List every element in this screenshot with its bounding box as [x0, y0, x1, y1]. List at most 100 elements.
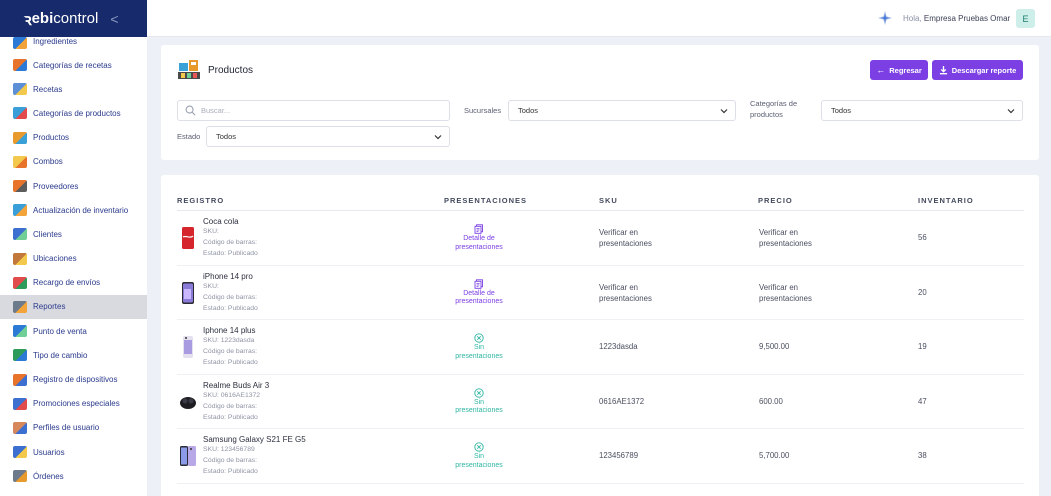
page-title: Productos [208, 65, 254, 76]
sidebar-item-label: Recargo de envíos [33, 278, 101, 288]
users-icon [13, 446, 27, 459]
filters-card: Productos ← Regresar Descargar reporte S… [161, 45, 1039, 160]
sidebar-item-16[interactable]: Perfiles de usuario [0, 416, 147, 440]
product-sku: SKU: [203, 228, 219, 235]
col-registro: REGISTRO [177, 196, 225, 205]
sidebar-item-1[interactable]: Categorías de recetas [0, 53, 147, 77]
sidebar-item-label: Tipo de cambio [33, 350, 88, 360]
sidebar-item-label: Categorías de recetas [33, 60, 112, 70]
product-sku: SKU: 1223dasda [203, 337, 255, 344]
product-categories-icon [13, 107, 27, 120]
sidebar-item-13[interactable]: Tipo de cambio [0, 343, 147, 367]
back-button[interactable]: ← Regresar [870, 60, 928, 80]
product-status: Estado: Publicado [203, 359, 258, 366]
sidebar-item-label: Combos [33, 157, 63, 167]
sidebar-item-label: Punto de venta [33, 326, 87, 336]
product-barcode: Código de barras: [203, 293, 258, 301]
promotions-icon [13, 397, 27, 410]
product-sku: SKU: 123456789 [203, 446, 255, 453]
user-profiles-icon [13, 421, 27, 434]
product-barcode: Código de barras: [203, 348, 258, 355]
avatar[interactable]: E [1016, 9, 1035, 28]
suppliers-icon [13, 180, 27, 193]
recipes-icon [13, 83, 27, 96]
greeting: Hola, Empresa Pruebas Omar [903, 14, 1011, 23]
ingredients-icon [13, 37, 27, 49]
table-row: iPhone 14 pro SKU: Código de barras: Estado… [177, 266, 1024, 320]
sidebar-item-8[interactable]: Clientes [0, 222, 147, 246]
sucursales-select[interactable]: Todos [508, 100, 736, 121]
sidebar-item-label: Productos [33, 133, 70, 143]
sidebar-item-11[interactable]: Reportes [0, 294, 147, 320]
sidebar-item-label: Reportes [33, 302, 66, 312]
sucursales-label: Sucursales [464, 106, 502, 115]
sidebar-menu: Ingredientes Categorías de recetas Recetas… [0, 37, 147, 488]
sidebar-item-18[interactable]: Órdenes [0, 464, 147, 488]
sidebar-item-label: Promociones especiales [33, 399, 120, 409]
inventory-update-icon [13, 204, 27, 217]
sidebar-item-4[interactable]: Productos [0, 126, 147, 150]
inventory-cell: 47 [918, 396, 927, 406]
product-status: Estado: Publicado [203, 304, 258, 312]
sidebar-item-label: Órdenes [33, 471, 64, 481]
sidebar-item-2[interactable]: Recetas [0, 77, 147, 101]
iphone-14-pro-thumbnail [182, 281, 194, 304]
collapse-sidebar-icon[interactable]: < [110, 11, 118, 27]
product-name: Coca cola [203, 217, 239, 226]
product-name: Realme Buds Air 3 [203, 380, 270, 390]
sidebar-item-6[interactable]: Proveedores [0, 174, 147, 198]
no-presentations-icon [474, 387, 484, 398]
product-sku: SKU: [203, 282, 219, 290]
sidebar-item-0[interactable]: Ingredientes [0, 37, 147, 53]
estado-select[interactable]: Todos [206, 126, 450, 147]
search-input[interactable] [201, 106, 441, 115]
clients-icon [13, 228, 27, 241]
product-name: iPhone 14 pro [203, 271, 253, 281]
arrow-left-icon: ← [876, 65, 886, 75]
sidebar-item-12[interactable]: Punto de venta [0, 319, 147, 343]
sidebar-item-10[interactable]: Recargo de envíos [0, 271, 147, 295]
sidebar-item-label: Registro de dispositivos [33, 375, 118, 385]
locations-icon [13, 252, 27, 265]
sku-cell: 0616AE1372 [599, 396, 645, 406]
price-cell: 600.00 [759, 396, 783, 406]
inventory-cell: 20 [918, 287, 927, 297]
sidebar-item-14[interactable]: Registro de dispositivos [0, 367, 147, 391]
categorias-select[interactable]: Todos [821, 100, 1023, 121]
presentations-detail-link[interactable]: Detalle de presentaciones [439, 224, 519, 252]
price-cell: Verificar en presentaciones [759, 282, 812, 303]
sku-cell: 1223dasda [599, 342, 638, 351]
search-box[interactable] [177, 100, 450, 121]
sidebar-item-3[interactable]: Categorías de productos [0, 101, 147, 125]
sidebar-item-9[interactable]: Ubicaciones [0, 247, 147, 271]
presentations-icon [474, 278, 483, 289]
presentations-detail-link[interactable]: Detalle de presentaciones [439, 278, 519, 307]
price-cell: 5,700.00 [759, 451, 790, 460]
exchange-rate-icon [13, 349, 27, 362]
orders-icon [13, 470, 27, 483]
price-cell: Verificar en presentaciones [759, 228, 812, 248]
sidebar-item-7[interactable]: Actualización de inventario [0, 198, 147, 222]
table-header: REGISTRO PRESENTACIONES SKU PRECIO INVEN… [177, 194, 1024, 211]
sidebar-item-label: Actualización de inventario [33, 205, 129, 215]
sidebar-item-label: Ubicaciones [33, 254, 77, 264]
point-of-sale-icon [13, 325, 27, 338]
no-presentations-icon [474, 442, 484, 452]
sidebar-item-17[interactable]: Usuarios [0, 440, 147, 464]
sidebar: ꝛ ebicontrol < Ingredientes Categorías de… [0, 0, 147, 496]
reports-icon [13, 300, 27, 313]
no-presentations-icon [474, 333, 484, 343]
table-row: Iphone 14 plus SKU: 1223dasda Código de ba… [177, 320, 1024, 375]
estado-label: Estado [177, 132, 201, 141]
realme-buds-thumbnail [180, 396, 196, 409]
device-registry-icon [13, 373, 27, 386]
products-table: REGISTRO PRESENTACIONES SKU PRECIO INVEN… [161, 175, 1039, 496]
inventory-cell: 38 [918, 451, 927, 460]
sidebar-item-label: Categorías de productos [33, 108, 121, 118]
sidebar-item-5[interactable]: Combos [0, 150, 147, 174]
download-report-button[interactable]: Descargar reporte [932, 60, 1023, 80]
product-barcode: Código de barras: [203, 239, 258, 246]
product-sku: SKU: 0616AE1372 [203, 391, 261, 399]
sku-cell: 123456789 [599, 451, 639, 460]
sidebar-item-15[interactable]: Promociones especiales [0, 392, 147, 416]
